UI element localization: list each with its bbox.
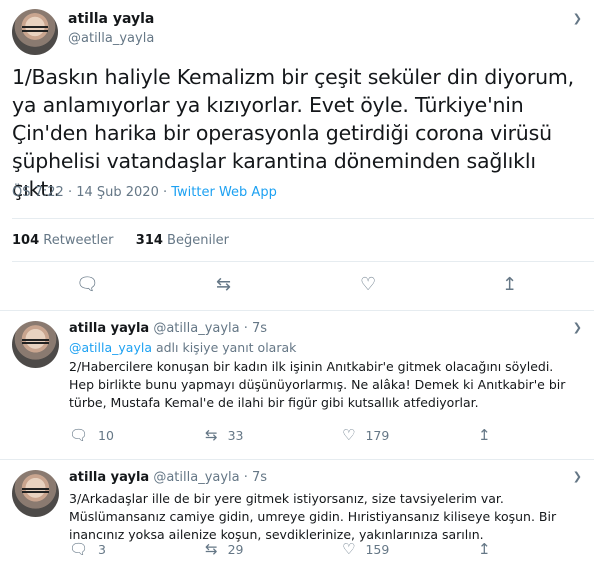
- share-icon: ↥: [478, 426, 491, 444]
- retweet-count: 33: [227, 428, 244, 443]
- tweet-meta: ÖS 7:22 · 14 Şub 2020 · Twitter Web App: [12, 185, 277, 200]
- like-count: 179: [365, 428, 390, 443]
- reply-text: 3/Arkadaşlar ille de bir yere gitmek ist…: [69, 491, 557, 542]
- share-icon[interactable]: ↥: [502, 274, 517, 295]
- heart-icon: ♡: [342, 540, 356, 558]
- main-tweet: atilla yayla @atilla_yayla ❯ 1/Baskın ha…: [0, 0, 594, 311]
- reply-button[interactable]: 🗨 3: [69, 540, 106, 558]
- comment-icon[interactable]: 🗨: [76, 274, 99, 295]
- retweet-button[interactable]: ⇆ 33: [205, 426, 243, 444]
- likes-label: Beğeniler: [162, 233, 230, 248]
- divider: [12, 261, 594, 262]
- likes-stat[interactable]: 314 Beğeniler: [136, 233, 229, 248]
- retweet-icon: ⇆: [205, 426, 218, 444]
- retweet-icon[interactable]: ⇆: [216, 274, 231, 295]
- retweets-label: Retweetler: [39, 233, 114, 248]
- like-button[interactable]: ♡ 159: [342, 540, 389, 558]
- retweet-icon: ⇆: [205, 540, 218, 558]
- reply-count: 10: [98, 428, 114, 443]
- reply-tweet[interactable]: atilla yayla @atilla_yayla · 7s ❯ 3/Arka…: [0, 460, 594, 568]
- avatar[interactable]: [12, 470, 59, 517]
- chevron-down-icon[interactable]: ❯: [573, 12, 582, 25]
- share-icon: ↥: [478, 540, 491, 558]
- reply-actions: 🗨 3 ⇆ 29 ♡ 159 ↥: [69, 540, 589, 560]
- comment-icon: 🗨: [69, 540, 89, 558]
- share-button[interactable]: ↥: [478, 540, 501, 558]
- reply-to-link[interactable]: @atilla_yayla: [69, 340, 152, 355]
- tweet-text: 1/Baskın haliyle Kemalizm bir çeşit sekü…: [12, 65, 574, 201]
- chevron-down-icon[interactable]: ❯: [573, 321, 582, 334]
- avatar-glasses: [22, 26, 48, 32]
- reply-text: 2/Habercilere konuşan bir kadın ilk işin…: [69, 359, 566, 410]
- retweet-button[interactable]: ⇆ 29: [205, 540, 243, 558]
- chevron-down-icon[interactable]: ❯: [573, 470, 582, 483]
- reply-header: atilla yayla @atilla_yayla · 7s: [69, 321, 267, 336]
- reply-actions: 🗨 10 ⇆ 33 ♡ 179 ↥: [69, 426, 589, 446]
- avatar-glasses: [22, 338, 49, 345]
- avatar-glasses: [22, 487, 49, 494]
- avatar[interactable]: [12, 321, 59, 368]
- retweets-count: 104: [12, 233, 40, 248]
- source-link[interactable]: Twitter Web App: [171, 185, 277, 200]
- reply-button[interactable]: 🗨 10: [69, 426, 114, 444]
- like-button[interactable]: ♡ 179: [342, 426, 389, 444]
- author-name[interactable]: atilla yayla: [68, 11, 154, 27]
- likes-count: 314: [135, 233, 163, 248]
- reply-tweet[interactable]: atilla yayla @atilla_yayla · 7s ❯ @atill…: [0, 311, 594, 460]
- comment-icon: 🗨: [69, 426, 89, 444]
- handle-time[interactable]: @atilla_yayla · 7s: [149, 321, 267, 336]
- like-count: 159: [365, 542, 390, 557]
- author-name[interactable]: atilla yayla: [69, 321, 149, 336]
- heart-icon[interactable]: ♡: [360, 274, 376, 295]
- tweet-stats: 104 Retweetler 314 Beğeniler: [12, 233, 229, 248]
- reply-count: 3: [98, 542, 106, 557]
- avatar[interactable]: [12, 9, 58, 55]
- reply-header: atilla yayla @atilla_yayla · 7s: [69, 470, 267, 485]
- divider: [12, 218, 594, 219]
- tweet-thread: atilla yayla @atilla_yayla ❯ 1/Baskın ha…: [0, 0, 594, 568]
- heart-icon: ♡: [342, 426, 356, 444]
- share-button[interactable]: ↥: [478, 426, 501, 444]
- reply-context: @atilla_yayla adlı kişiye yanıt olarak: [69, 340, 296, 355]
- retweets-stat[interactable]: 104 Retweetler: [12, 233, 114, 248]
- author-name[interactable]: atilla yayla: [69, 470, 149, 485]
- timestamp[interactable]: ÖS 7:22 · 14 Şub 2020 ·: [12, 185, 171, 200]
- tweet-actions: 🗨 ⇆ ♡ ↥: [0, 274, 594, 300]
- handle-time[interactable]: @atilla_yayla · 7s: [149, 470, 267, 485]
- retweet-count: 29: [227, 542, 244, 557]
- author-handle[interactable]: @atilla_yayla: [68, 31, 154, 46]
- reply-to-suffix: adlı kişiye yanıt olarak: [151, 340, 297, 355]
